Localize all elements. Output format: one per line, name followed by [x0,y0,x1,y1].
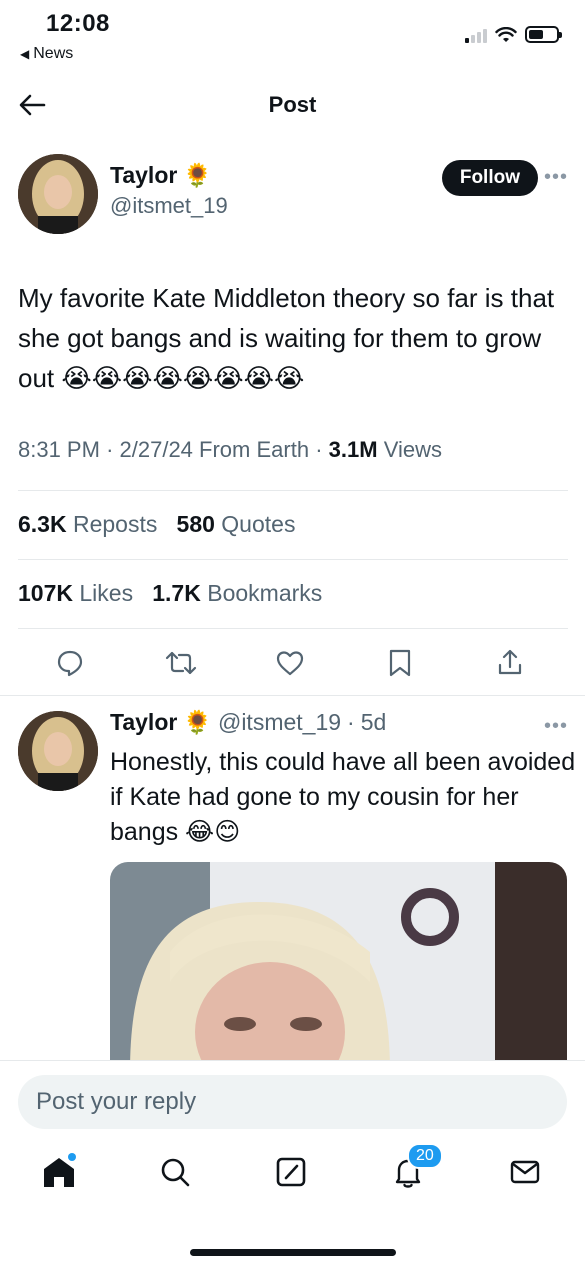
back-triangle-icon: ◀ [20,47,30,61]
reply-icon [57,650,83,677]
reply-author-handle[interactable]: @itsmet_19 [218,709,341,736]
reposts-count: 6.3K [18,511,67,537]
divider [18,490,568,491]
page-title: Post [268,92,317,117]
repost-icon [165,651,197,675]
back-app-label: News [33,45,74,62]
messages-icon [510,1160,540,1184]
author-handle[interactable]: @itsmet_19 [110,193,228,219]
views-count: 3.1M [328,437,378,462]
quotes-stat[interactable]: 580 Quotes [177,511,296,537]
tab-notifications[interactable]: 20 [385,1143,443,1195]
notifications-badge: 20 [407,1143,443,1169]
follow-button[interactable]: Follow [441,160,538,196]
author-avatar[interactable] [18,154,98,234]
likes-bookmarks-row: 107K Likes 1.7K Bookmarks [18,580,322,607]
sunflower-emoji: 🌻 [183,709,212,735]
bookmark-icon [389,649,411,677]
status-bar: 12:08 ◀ News [0,0,585,80]
likes-label: Likes [79,580,134,606]
share-icon [498,649,522,675]
tab-bar: 20 [0,1143,585,1199]
divider [18,628,568,629]
reposts-quotes-row: 6.3K Reposts 580 Quotes [18,511,295,538]
status-time: 12:08 [46,10,110,37]
battery-icon [525,26,562,43]
post-text: My favorite Kate Middleton theory so far… [18,278,568,398]
avatar-image [18,154,98,234]
author-name-text: Taylor [110,162,178,188]
cellular-signal-icon [465,27,487,43]
tab-search[interactable] [152,1149,198,1195]
reply-media-image[interactable] [110,862,567,1072]
reply-age: 5d [360,709,387,735]
reply-author-avatar[interactable] [18,711,98,791]
tab-compose[interactable] [268,1149,314,1195]
tab-messages[interactable] [502,1149,548,1195]
reply-more-options-icon[interactable]: ••• [544,715,568,738]
share-button[interactable] [492,645,528,681]
post-date[interactable]: 2/27/24 [120,437,193,462]
divider [0,695,585,696]
post-time[interactable]: 8:31 PM [18,437,100,462]
more-options-icon[interactable]: ••• [544,166,568,189]
bottom-area: 20 [0,1060,585,1266]
home-unread-dot [68,1153,76,1161]
media-photo [110,862,567,1072]
reply-separator: · [347,709,355,735]
author-name[interactable]: Taylor 🌻 [110,162,228,189]
quotes-count: 580 [176,511,215,537]
bookmarks-stat[interactable]: 1.7K Bookmarks [152,580,322,606]
bookmarks-label: Bookmarks [207,580,323,606]
reposts-label: Reposts [72,511,158,537]
quotes-label: Quotes [221,511,296,537]
like-icon [276,651,304,676]
search-icon [161,1158,190,1187]
back-to-app-link[interactable]: ◀ News [20,45,73,63]
bookmark-button[interactable] [382,645,418,681]
nav-header: Post [0,80,585,130]
status-icons [465,26,562,43]
post-emojis: 😭😭😭😭😭😭😭😭 [61,363,305,393]
reply-button[interactable] [52,645,88,681]
views-label: Views [383,437,442,462]
reply-header: Taylor 🌻 @itsmet_19 · 5d [110,709,386,736]
post-source: From Earth [199,437,310,462]
post-action-bar [0,645,585,685]
repost-button[interactable] [163,645,199,681]
home-indicator[interactable] [190,1249,396,1256]
compose-icon [276,1157,306,1187]
divider [18,559,568,560]
sunflower-emoji: 🌻 [183,162,212,188]
post-meta: 8:31 PM · 2/27/24 From Earth · 3.1M View… [18,437,442,462]
like-button[interactable] [272,645,308,681]
author-block: Taylor 🌻 @itsmet_19 [110,162,228,219]
tab-home[interactable] [36,1149,82,1195]
likes-stat[interactable]: 107K Likes [18,580,139,606]
bookmarks-count: 1.7K [152,580,201,606]
reply-author-name[interactable]: Taylor [110,709,177,736]
reply-input[interactable] [18,1075,567,1129]
wifi-icon [495,26,517,42]
reposts-stat[interactable]: 6.3K Reposts [18,511,164,537]
avatar-image [18,711,98,791]
reply-text: Honestly, this could have all been avoid… [110,748,576,846]
likes-count: 107K [18,580,73,606]
